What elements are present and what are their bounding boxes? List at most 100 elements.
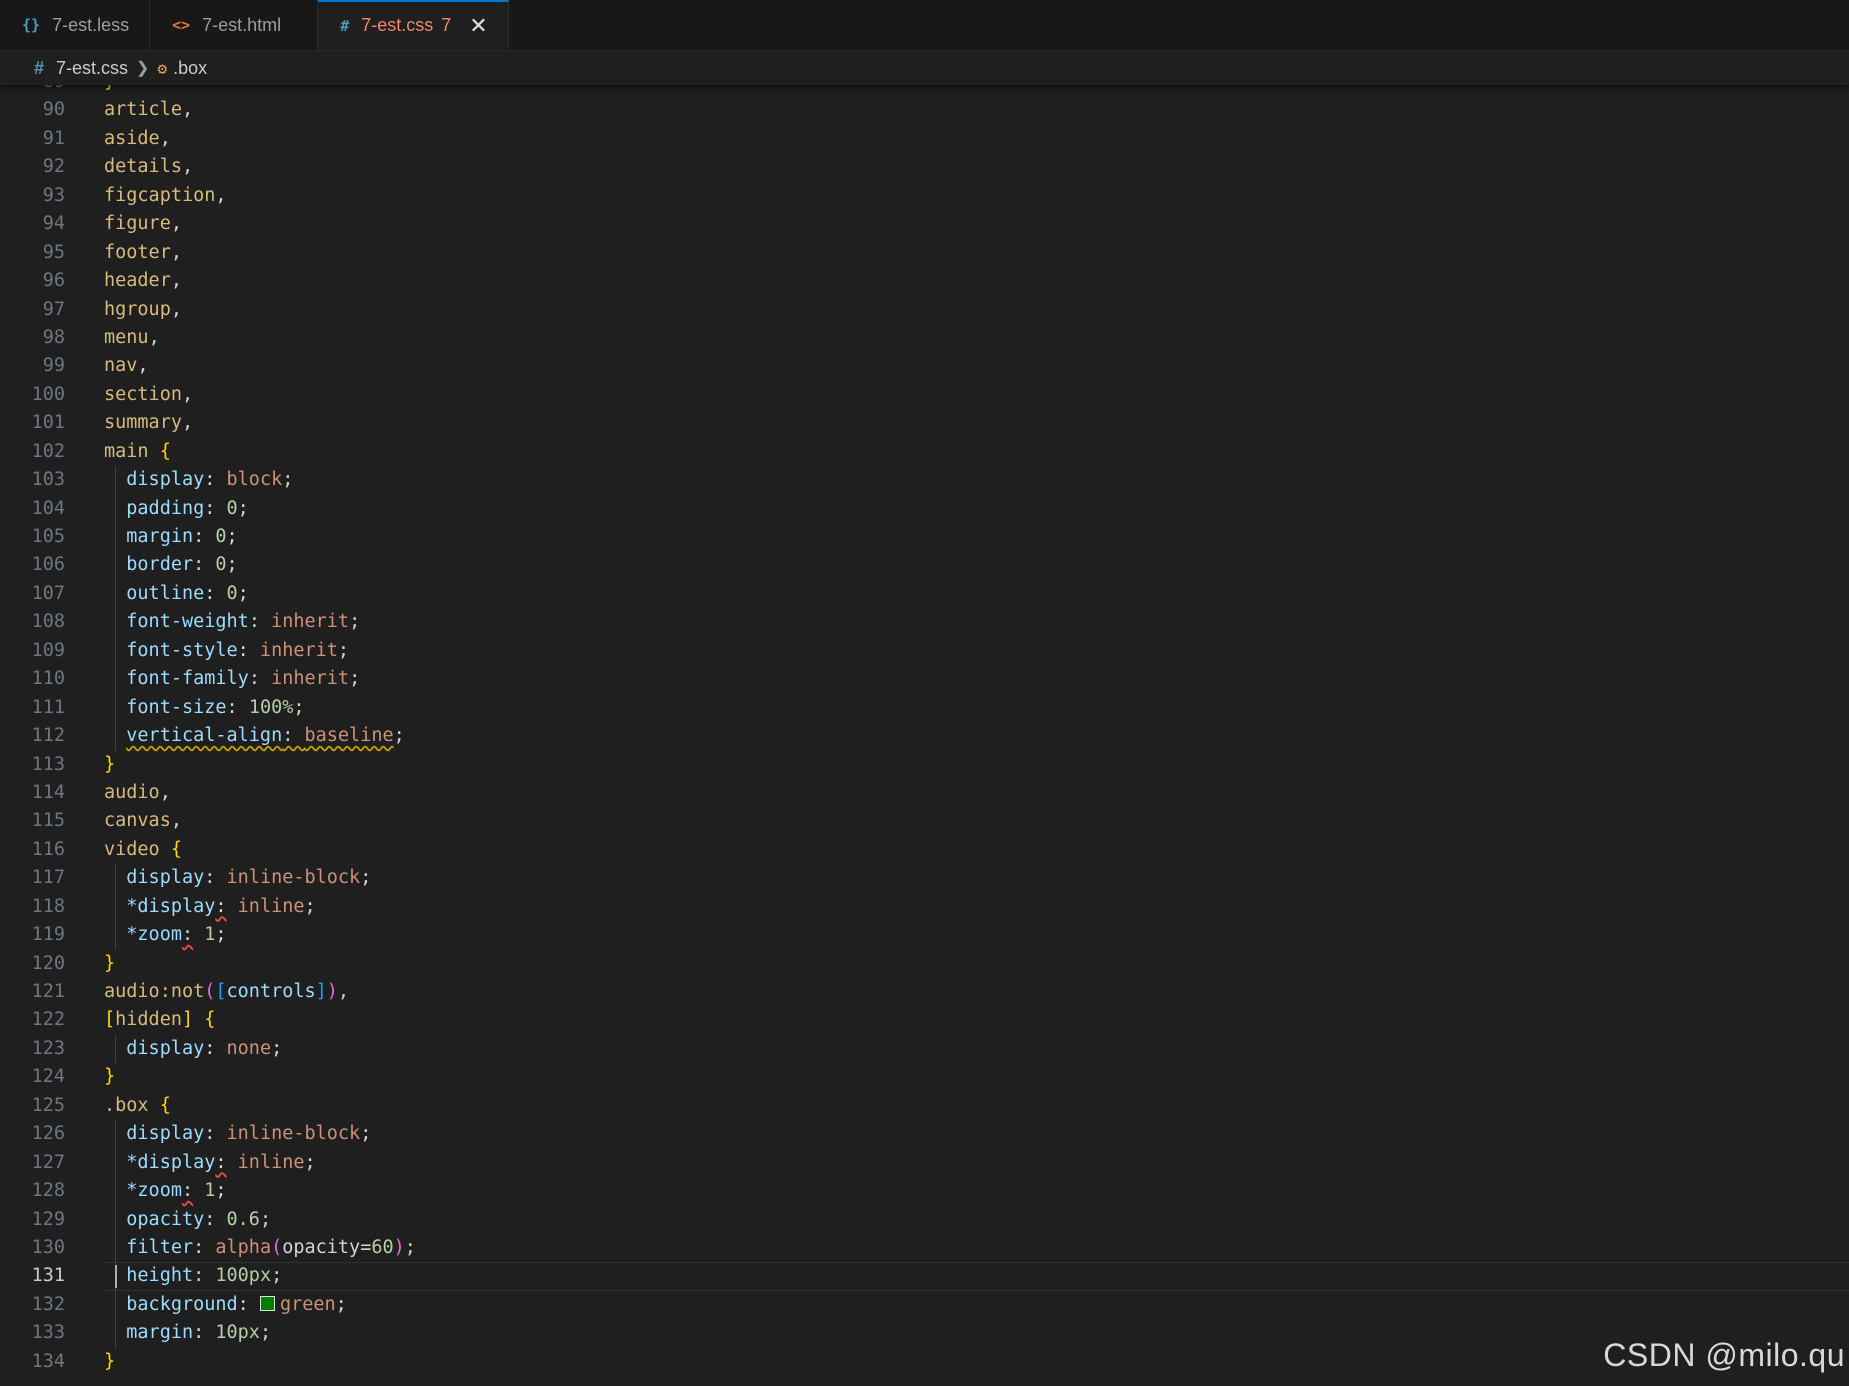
tab-label: 7-est.css xyxy=(361,15,434,35)
code-line[interactable]: 115 canvas, xyxy=(0,807,1849,835)
line-number: 122 xyxy=(31,1009,65,1031)
hash-icon: # xyxy=(34,57,45,78)
line-number: 108 xyxy=(31,611,65,633)
code-line[interactable]: 99 nav, xyxy=(0,352,1849,380)
code-line[interactable]: 98 menu, xyxy=(0,324,1849,352)
code-line[interactable]: 129 opacity: 0.6; xyxy=(0,1205,1849,1234)
code-line[interactable]: 114 audio, xyxy=(0,779,1849,807)
code-line[interactable]: 119 *zoom: 1; xyxy=(0,921,1849,950)
code-brackets-icon: <> xyxy=(172,16,191,34)
code-line[interactable]: 113} xyxy=(0,751,1849,779)
code-line[interactable]: 128 *zoom: 1; xyxy=(0,1177,1849,1206)
code-line[interactable]: 107 outline: 0; xyxy=(0,579,1849,609)
code-text: vertical-align: baseline; xyxy=(126,725,405,747)
code-line[interactable]: 97 hgroup, xyxy=(0,296,1849,324)
code-line[interactable]: 123 display: none; xyxy=(0,1034,1849,1064)
braces-icon: {} xyxy=(22,16,41,34)
chevron-right-icon: ❯ xyxy=(136,60,150,77)
code-line[interactable]: 89} xyxy=(0,85,1849,96)
hash-icon: # xyxy=(340,16,350,35)
code-text: } xyxy=(104,753,116,775)
line-number: 104 xyxy=(31,497,65,519)
code-text: audio:not([controls]), xyxy=(104,981,350,1002)
line-number: 129 xyxy=(31,1208,65,1230)
line-number: 91 xyxy=(42,127,65,149)
code-line[interactable]: 131 height: 100px; xyxy=(0,1262,1849,1291)
line-number: 117 xyxy=(31,867,65,889)
code-line[interactable]: 116 video { xyxy=(0,836,1849,864)
color-swatch[interactable] xyxy=(259,1295,275,1311)
code-line[interactable]: 105 margin: 0; xyxy=(0,523,1849,552)
line-number: 130 xyxy=(31,1236,65,1258)
code-line[interactable]: 130 filter: alpha(opacity=60); xyxy=(0,1233,1849,1263)
code-line[interactable]: 104 padding: 0; xyxy=(0,494,1849,523)
code-text: } xyxy=(104,1066,116,1088)
code-line[interactable]: 117 display: inline-block; xyxy=(0,864,1849,893)
line-number: 89 xyxy=(0,85,65,96)
editor-tab-bar: {} 7-est.less <> 7-est.html # 7-est.css … xyxy=(0,0,1849,51)
code-line[interactable]: 127 *display: inline; xyxy=(0,1148,1849,1178)
code-line[interactable]: 92 details, xyxy=(0,153,1849,181)
code-line[interactable]: 111 font-size: 100%; xyxy=(0,693,1849,723)
breadcrumb-file[interactable]: 7-est.css xyxy=(56,58,128,79)
code-line[interactable]: 120} xyxy=(0,950,1849,978)
line-number: 102 xyxy=(31,440,65,462)
code-text: filter: alpha(opacity=60); xyxy=(126,1236,416,1258)
line-number: 92 xyxy=(42,156,65,178)
code-editor[interactable]: 89} 90 article, 91 aside, 92 details, 93 figcapt… xyxy=(0,85,1849,1386)
code-line[interactable]: 121 audio:not([controls]), xyxy=(0,978,1849,1006)
code-line[interactable]: 125 .box { xyxy=(0,1092,1849,1120)
line-number: 107 xyxy=(31,582,65,604)
code-text: margin: 0; xyxy=(126,526,238,547)
code-line[interactable]: 132 background: green; xyxy=(0,1290,1849,1320)
code-text: *display: inline; xyxy=(126,1151,316,1173)
code-line[interactable]: 93 figcaption, xyxy=(0,182,1849,210)
code-text: aside, xyxy=(104,127,171,149)
code-line[interactable]: 90 article, xyxy=(0,96,1849,124)
code-line[interactable]: 133 margin: 10px; xyxy=(0,1319,1849,1348)
tab-7-est-less[interactable]: {} 7-est.less xyxy=(0,0,151,50)
code-line[interactable]: 103 display: block; xyxy=(0,466,1849,495)
code-line[interactable]: 91 aside, xyxy=(0,125,1849,153)
code-text: font-weight: inherit; xyxy=(126,611,361,633)
code-line[interactable]: 95 footer, xyxy=(0,239,1849,267)
line-number: 134 xyxy=(31,1350,65,1372)
code-line[interactable]: 108 font-weight: inherit; xyxy=(0,608,1849,637)
code-line[interactable]: 106 border: 0; xyxy=(0,551,1849,580)
line-number: 96 xyxy=(42,270,65,292)
line-number: 109 xyxy=(31,639,65,661)
tab-7-est-css[interactable]: # 7-est.css 7 ✕ xyxy=(318,0,509,50)
line-number: 121 xyxy=(31,981,65,1002)
code-line[interactable]: 94 figure, xyxy=(0,210,1849,238)
code-line[interactable]: 134} xyxy=(0,1348,1849,1376)
code-line[interactable]: 118 *display: inline; xyxy=(0,892,1849,922)
line-number: 93 xyxy=(42,184,65,206)
tab-7-est-html[interactable]: <> 7-est.html xyxy=(150,0,319,50)
code-line[interactable]: 122 [hidden] { xyxy=(0,1006,1849,1034)
line-number: 97 xyxy=(42,298,65,320)
code-line[interactable]: 112 vertical-align: baseline; xyxy=(0,722,1849,751)
code-text: } xyxy=(104,85,115,96)
code-text: display: block; xyxy=(126,469,294,491)
code-text: outline: 0; xyxy=(126,582,249,604)
code-line[interactable]: 100 section, xyxy=(0,381,1849,409)
close-icon[interactable]: ✕ xyxy=(469,14,487,37)
code-line[interactable]: 124} xyxy=(0,1063,1849,1091)
code-text: header, xyxy=(104,270,182,292)
watermark: CSDN @milo.qu xyxy=(1603,1337,1845,1373)
line-number: 105 xyxy=(31,526,65,547)
code-line[interactable]: 110 font-family: inherit; xyxy=(0,665,1849,694)
code-line[interactable]: 109 font-style: inherit; xyxy=(0,636,1849,666)
code-text: display: none; xyxy=(126,1037,283,1059)
code-line[interactable]: 102 main { xyxy=(0,438,1849,466)
code-line[interactable]: 101 summary, xyxy=(0,409,1849,437)
code-line[interactable]: 126 display: inline-block; xyxy=(0,1120,1849,1149)
code-line[interactable]: 96 header, xyxy=(0,267,1849,295)
code-text: opacity: 0.6; xyxy=(126,1208,272,1230)
css-selector-icon: ⚙ xyxy=(157,58,168,78)
breadcrumb-symbol[interactable]: .box xyxy=(173,58,207,79)
text-cursor xyxy=(115,1265,117,1289)
current-line-highlight xyxy=(104,1262,1849,1291)
code-text: } xyxy=(104,952,116,974)
line-number: 111 xyxy=(31,696,65,718)
